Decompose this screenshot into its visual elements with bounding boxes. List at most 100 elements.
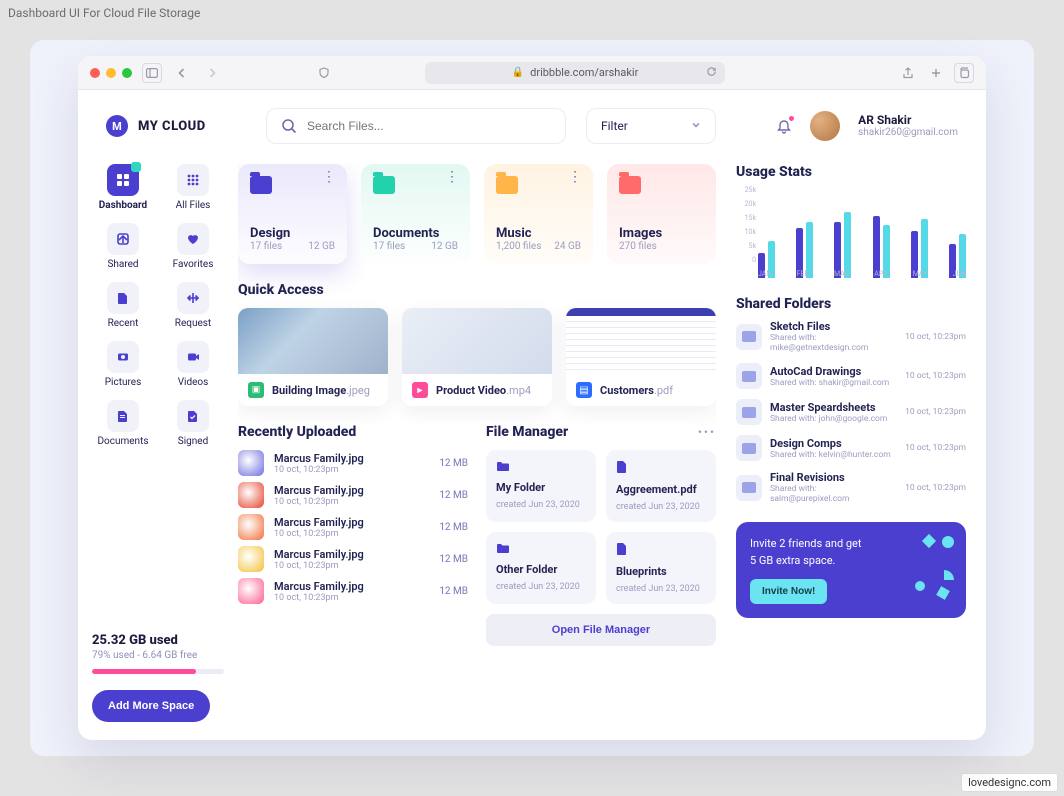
- sidebar-toggle-icon[interactable]: [142, 63, 162, 83]
- search-input-wrap[interactable]: [266, 108, 566, 144]
- file-manager-item-name: Other Folder: [496, 563, 586, 576]
- chart-x-labels: JANFEBMARAPRMAYJUN: [758, 270, 966, 278]
- category-more-icon[interactable]: ⋮: [445, 174, 460, 181]
- close-window-icon[interactable]: [90, 68, 100, 78]
- recent-upload-row[interactable]: Marcus Family.jpg10 oct, 10:23pm12 MB: [238, 482, 468, 508]
- file-manager-item[interactable]: Blueprintscreated Jun 23, 2020: [606, 532, 716, 604]
- file-manager-item[interactable]: Other Foldercreated Jun 23, 2020: [486, 532, 596, 604]
- new-tab-icon[interactable]: [926, 63, 946, 83]
- browser-bar: 🔒 dribbble.com/arshakir: [78, 56, 986, 90]
- categories-row: ⋮Design17 files12 GB⋮Documents17 files12…: [238, 164, 716, 264]
- recent-upload-row[interactable]: Marcus Family.jpg10 oct, 10:23pm12 MB: [238, 450, 468, 476]
- shared-folder-name: Master Speardsheets: [770, 401, 897, 414]
- shared-folder-row[interactable]: AutoCad DrawingsShared with: shakir@gmai…: [736, 363, 966, 389]
- file-date: 10 oct, 10:23pm: [274, 593, 429, 603]
- category-title: Design: [250, 226, 335, 241]
- sidebar-item-recent[interactable]: Recent: [92, 282, 154, 329]
- category-title: Music: [496, 226, 581, 241]
- maximize-window-icon[interactable]: [122, 68, 132, 78]
- file-manager-item[interactable]: My Foldercreated Jun 23, 2020: [486, 450, 596, 522]
- shared-folder-row[interactable]: Design CompsShared with: kelvin@hunter.c…: [736, 435, 966, 461]
- reload-icon[interactable]: [706, 66, 717, 80]
- avatar[interactable]: [810, 111, 840, 141]
- chart-x-label: MAY: [913, 270, 928, 278]
- storage-sub-label: 79% used - 6.64 GB free: [92, 650, 224, 661]
- quick-access-thumbnail: [402, 308, 552, 374]
- category-more-icon[interactable]: ⋮: [322, 174, 337, 181]
- share-icon[interactable]: [898, 63, 918, 83]
- recent-upload-row[interactable]: Marcus Family.jpg10 oct, 10:23pm12 MB: [238, 578, 468, 604]
- sidebar-item-documents[interactable]: Documents: [92, 400, 154, 447]
- chart-x-label: FEB: [797, 270, 809, 278]
- file-manager-item-name: Aggreement.pdf: [616, 483, 706, 496]
- folder-icon: [496, 460, 586, 475]
- category-files: 1,200 files: [496, 241, 541, 252]
- search-input[interactable]: [307, 119, 551, 133]
- sidebar-nav: DashboardAll FilesSharedFavoritesRecentR…: [92, 164, 224, 447]
- chart-bar-group: [873, 216, 890, 278]
- quick-access-card[interactable]: ►Product Video.mp4: [402, 308, 552, 406]
- watermark: lovedesignc.com: [961, 773, 1058, 792]
- tabs-overview-icon[interactable]: [954, 63, 974, 83]
- signed-icon: [177, 400, 209, 432]
- shared-folder-row[interactable]: Final RevisionsShared with: salm@purepix…: [736, 471, 966, 504]
- all-files-icon: [177, 164, 209, 196]
- request-icon: [177, 282, 209, 314]
- window-controls: [90, 68, 132, 78]
- user-email: shakir260@gmail.com: [858, 127, 958, 139]
- usage-stats-title: Usage Stats: [736, 164, 966, 180]
- file-date: 10 oct, 10:23pm: [274, 529, 429, 539]
- address-bar[interactable]: 🔒 dribbble.com/arshakir: [425, 62, 725, 84]
- file-size: 12 MB: [439, 586, 468, 597]
- user-meta[interactable]: AR Shakir shakir260@gmail.com: [858, 113, 958, 139]
- category-card-design[interactable]: ⋮Design17 files12 GB: [238, 164, 347, 264]
- sidebar-item-request[interactable]: Request: [162, 282, 224, 329]
- category-card-images[interactable]: Images270 files: [607, 164, 716, 264]
- recent-upload-row[interactable]: Marcus Family.jpg10 oct, 10:23pm12 MB: [238, 546, 468, 572]
- chart-x-label: JAN: [758, 270, 771, 278]
- shared-folders-title: Shared Folders: [736, 296, 966, 312]
- category-card-documents[interactable]: ⋮Documents17 files12 GB: [361, 164, 470, 264]
- recent-icon: [107, 282, 139, 314]
- sidebar-item-signed[interactable]: Signed: [162, 400, 224, 447]
- minimize-window-icon[interactable]: [106, 68, 116, 78]
- forward-icon[interactable]: [202, 63, 222, 83]
- quick-access-card[interactable]: ▤Customers.pdf: [566, 308, 716, 406]
- notifications-icon[interactable]: [776, 118, 792, 134]
- category-more-icon[interactable]: ⋮: [568, 174, 583, 181]
- sidebar-item-pictures[interactable]: Pictures: [92, 341, 154, 388]
- invite-button[interactable]: Invite Now!: [750, 579, 827, 604]
- sidebar-item-shared[interactable]: Shared: [92, 223, 154, 270]
- video-icon: ►: [412, 382, 428, 398]
- open-file-manager-button[interactable]: Open File Manager: [486, 614, 716, 646]
- file-manager-item[interactable]: Aggreement.pdfcreated Jun 23, 2020: [606, 450, 716, 522]
- category-card-music[interactable]: ⋮Music1,200 files24 GB: [484, 164, 593, 264]
- folder-icon: [619, 176, 641, 194]
- chart-bars: [758, 200, 966, 278]
- file-manager-more-icon[interactable]: •••: [698, 425, 716, 439]
- shield-icon[interactable]: [314, 63, 334, 83]
- quick-access-card[interactable]: ▣Building Image.jpeg: [238, 308, 388, 406]
- sidebar-item-favorites[interactable]: Favorites: [162, 223, 224, 270]
- folder-icon: [736, 435, 762, 461]
- category-files: 17 files: [250, 241, 282, 252]
- file-thumbnail: [238, 546, 264, 572]
- sidebar-item-all-files[interactable]: All Files: [162, 164, 224, 211]
- filter-dropdown[interactable]: Filter: [586, 108, 716, 144]
- shared-folder-sub: Shared with: salm@purepixel.com: [770, 484, 897, 504]
- shared-folder-row[interactable]: Sketch FilesShared with: mike@getnextdes…: [736, 320, 966, 353]
- chart-y-tick: 20k: [736, 200, 756, 208]
- brand[interactable]: M MY CLOUD: [106, 115, 246, 137]
- shared-folder-sub: Shared with: shakir@gmail.com: [770, 378, 897, 388]
- shared-folder-name: Sketch Files: [770, 320, 897, 333]
- usage-stats-chart: 25k20k15k10k5k0 JANFEBMARAPRMAYJUN: [736, 186, 966, 278]
- sidebar-item-label: Signed: [178, 436, 208, 447]
- sidebar-item-dashboard[interactable]: Dashboard: [92, 164, 154, 211]
- add-space-button[interactable]: Add More Space: [92, 690, 210, 722]
- chart-x-label: MAR: [834, 270, 849, 278]
- back-icon[interactable]: [172, 63, 192, 83]
- recent-upload-row[interactable]: Marcus Family.jpg10 oct, 10:23pm12 MB: [238, 514, 468, 540]
- shared-folder-row[interactable]: Master SpeardsheetsShared with: john@goo…: [736, 399, 966, 425]
- sidebar-item-videos[interactable]: Videos: [162, 341, 224, 388]
- quick-access-name: Customers.pdf: [600, 384, 673, 397]
